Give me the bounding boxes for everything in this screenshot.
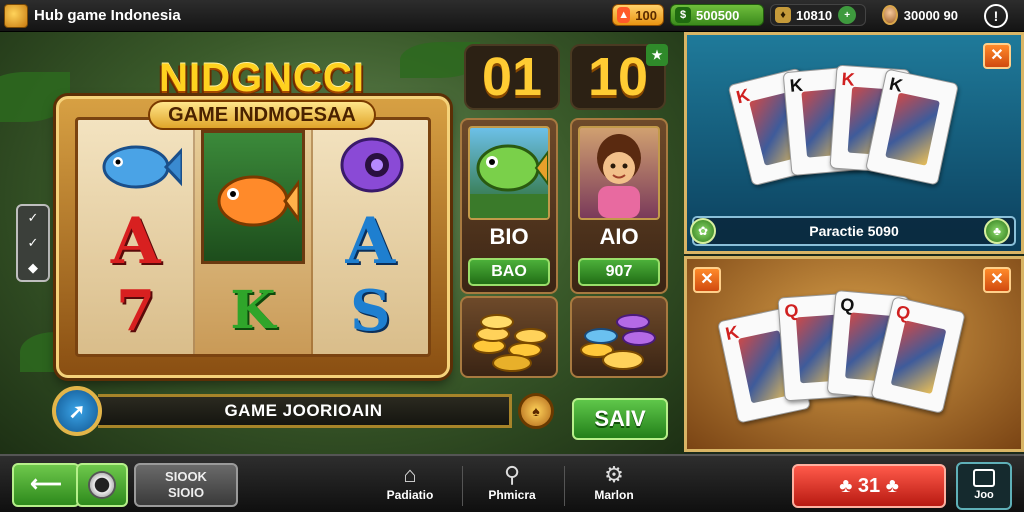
symbol-a-red: A	[110, 204, 161, 279]
profile-balance[interactable]: 30000 90	[878, 4, 964, 26]
score-left: 01	[464, 44, 560, 110]
character-value: BIO	[489, 224, 529, 249]
reel-2: K	[195, 120, 313, 354]
coin-stack-gold[interactable]	[460, 296, 558, 378]
search-input[interactable]: GAME JOORIOAIN	[98, 394, 512, 428]
coin-icon	[514, 328, 548, 344]
close-icon[interactable]: ✕	[983, 267, 1011, 293]
side-toolbar: ✓ ✓ ◆	[16, 204, 50, 282]
symbol-a-blue: A	[345, 204, 396, 279]
back-arrow-icon[interactable]: ⟵	[12, 463, 80, 507]
cash-icon: $	[675, 7, 691, 23]
game-logo-subtitle: GAME INDMOESAA	[148, 100, 376, 130]
gem-icon: ♦	[775, 7, 791, 23]
leaf-icon[interactable]: ✿	[690, 218, 716, 244]
slot-machine[interactable]: A 7 K A S	[56, 96, 450, 378]
symbol-k-green: K	[230, 280, 276, 341]
close-icon[interactable]: ✕	[693, 267, 721, 293]
top-bar: Hub game Indonesia ▲ 100 $ 500500 ♦ 1081…	[0, 0, 1024, 32]
card-art	[885, 92, 940, 166]
stock-line: SIOIO	[167, 485, 205, 500]
coin-icon	[622, 330, 656, 346]
bottom-nav: ⟵ SIOOK SIOIO ⌂ Padiatio ⚲ Phmicra ⚙ Mar…	[0, 454, 1024, 512]
slot-reels: A 7 K A S	[75, 117, 431, 357]
app-title: Hub game Indonesia	[34, 7, 181, 24]
fish-character-image	[468, 126, 550, 220]
gear-icon: ⚙	[604, 462, 624, 487]
character-button[interactable]: 907	[578, 258, 660, 286]
house-icon: ⌂	[403, 462, 417, 487]
add-icon[interactable]: +	[838, 6, 857, 24]
fish-blue-icon	[102, 145, 182, 189]
job-label: Joo	[974, 489, 994, 501]
avatar	[882, 5, 898, 25]
nav-label: Padiatio	[386, 488, 434, 502]
game-logo-title: NIDGNCCI	[159, 56, 365, 100]
currency-value: 10810	[796, 7, 833, 23]
character-card-girl[interactable]: AIO 907	[570, 118, 668, 294]
score-value: 31	[857, 475, 881, 497]
coin-icon	[492, 354, 532, 372]
coin-icon	[584, 328, 618, 344]
currency-pill-gems[interactable]: ♦ 10810 +	[770, 4, 866, 26]
nav-item-phmicra[interactable]: ⚲ Phmicra	[482, 462, 542, 510]
symbol-seven: 7	[116, 278, 156, 344]
currency-pill-fire[interactable]: ▲ 100	[612, 4, 664, 26]
reel-3: A S	[313, 120, 428, 354]
badge-icon[interactable]: ★	[646, 44, 668, 66]
divider	[462, 466, 463, 506]
clover-icon[interactable]: ♣	[984, 218, 1010, 244]
currency-pill-cash[interactable]: $ 500500	[670, 4, 764, 26]
character-value: AIO	[599, 224, 639, 249]
camera-icon[interactable]	[76, 463, 128, 507]
window-icon	[973, 469, 995, 487]
info-icon[interactable]: !	[984, 4, 1008, 28]
say-button[interactable]: SAIV	[572, 398, 668, 440]
panel-label: Paractie 5090	[692, 216, 1016, 246]
compass-icon[interactable]: ➚	[52, 386, 102, 436]
nav-label: Phmicra	[488, 488, 536, 502]
nav-item-padiatio[interactable]: ⌂ Padiatio	[380, 462, 440, 510]
club-score-button[interactable]: ♣ 31 ♣	[792, 464, 946, 508]
check-icon[interactable]: ✓	[28, 210, 39, 226]
divider	[564, 466, 565, 506]
coin-icon	[616, 314, 650, 330]
job-button[interactable]: Joo	[956, 462, 1012, 510]
card-art	[890, 320, 947, 395]
nav-label: Marlon	[594, 488, 634, 502]
character-card-fish[interactable]: BIO BAO	[460, 118, 558, 294]
coin-stack-mixed[interactable]	[570, 296, 668, 378]
spade-button[interactable]: ♠	[518, 393, 554, 429]
balance-value: 30000 90	[903, 7, 958, 23]
search-bar[interactable]: GAME JOORIOAIN ➚	[52, 386, 512, 436]
nav-item-marlon[interactable]: ⚙ Marlon	[584, 462, 644, 510]
check-icon[interactable]: ✓	[28, 235, 39, 251]
symbol-s: S	[350, 278, 391, 344]
girl-character-icon	[597, 134, 641, 218]
app-icon[interactable]	[4, 4, 28, 28]
fish-character-icon	[470, 144, 548, 218]
fire-icon: ▲	[617, 7, 631, 23]
close-icon[interactable]: ✕	[983, 43, 1011, 69]
search-icon: ⚲	[503, 462, 521, 487]
diamond-icon[interactable]: ◆	[28, 260, 38, 276]
character-button[interactable]: BAO	[468, 258, 550, 286]
reel-1: A 7	[78, 120, 196, 354]
stock-line: SIOOK	[165, 469, 207, 484]
coin-icon	[602, 350, 644, 370]
club-icon: ♣	[885, 475, 899, 497]
coin-icon	[480, 314, 514, 330]
orb-purple-icon	[340, 137, 404, 193]
currency-value: 100	[635, 7, 657, 23]
card-panel-bottom[interactable]: ✕ ✕ K Q Q Q	[684, 256, 1024, 452]
club-icon: ♣	[839, 475, 853, 497]
currency-value: 500500	[696, 7, 740, 23]
girl-character-image	[578, 126, 660, 220]
fish-orange-icon	[217, 175, 300, 227]
stock-button[interactable]: SIOOK SIOIO	[134, 463, 238, 507]
